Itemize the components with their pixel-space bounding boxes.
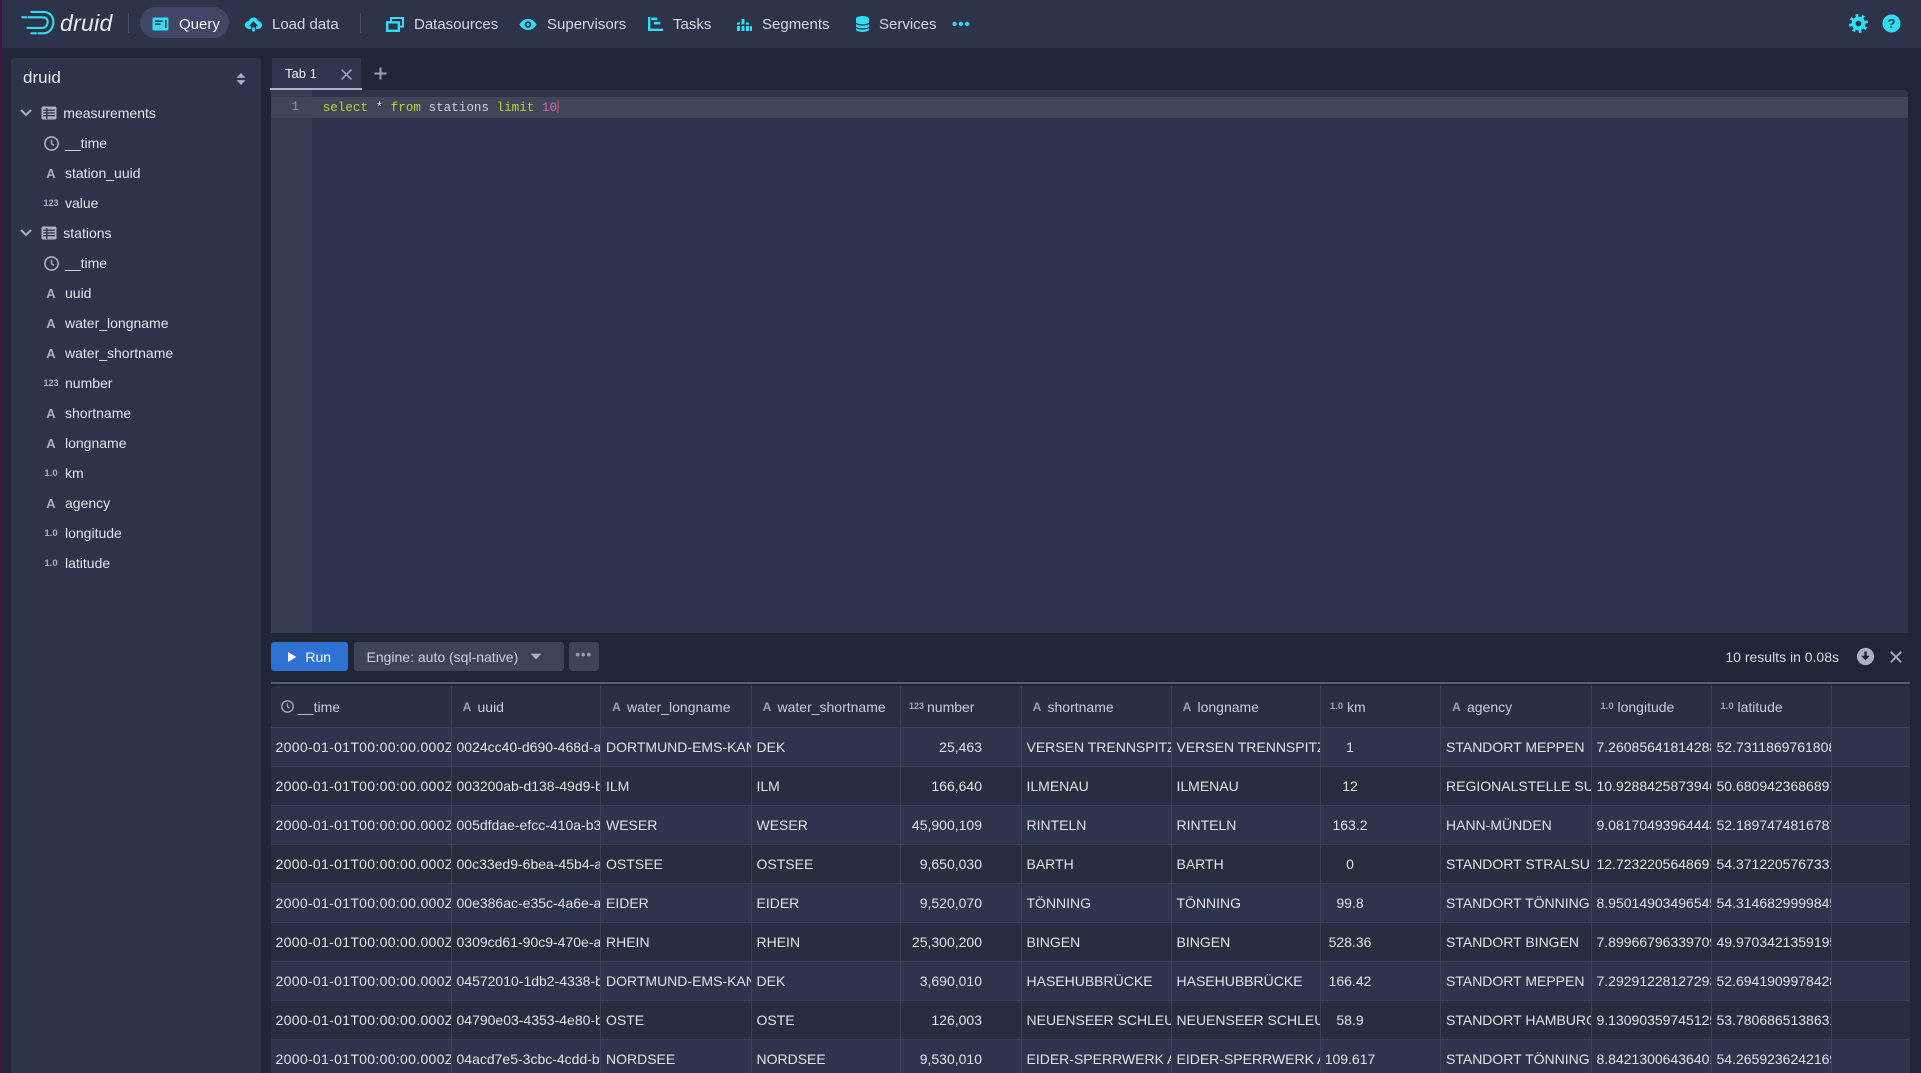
svg-text:?: ? — [1888, 16, 1896, 31]
